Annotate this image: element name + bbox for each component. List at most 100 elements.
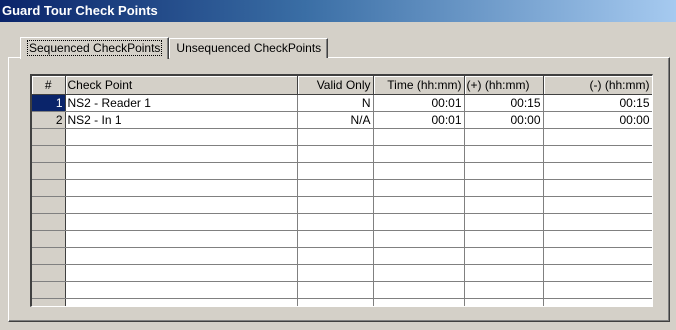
grid-cell [373, 298, 465, 306]
grid-cell [65, 128, 298, 146]
row-number-cell [32, 298, 66, 306]
grid-cell [297, 128, 374, 146]
empty-row [32, 145, 652, 163]
grid-cell [543, 213, 652, 231]
grid-cell [464, 298, 544, 306]
grid-cell [464, 264, 544, 282]
grid-cell [543, 230, 652, 248]
column-header-plus[interactable]: (+) (hh:mm) [464, 76, 544, 95]
grid-cell [373, 213, 465, 231]
column-header-time[interactable]: Time (hh:mm) [373, 76, 465, 95]
grid-cell [543, 264, 652, 282]
grid-cell [297, 298, 374, 306]
grid-header-row: # Check Point Valid Only Time (hh:mm) (+… [32, 76, 652, 95]
empty-row [32, 264, 652, 282]
row-number-cell [32, 145, 66, 163]
grid-cell [464, 281, 544, 299]
column-header-minus[interactable]: (-) (hh:mm) [543, 76, 652, 95]
tab-sequenced-checkpoints[interactable]: Sequenced CheckPoints [20, 37, 170, 59]
window-title: Guard Tour Check Points [0, 0, 676, 22]
row-number-cell[interactable]: 2 [32, 111, 66, 129]
grid-cell [297, 162, 374, 180]
grid-cell [464, 179, 544, 197]
minus-time-cell[interactable]: 00:15 [543, 94, 652, 112]
grid-cell [373, 264, 465, 282]
grid-cell [65, 145, 298, 163]
check-point-cell[interactable]: NS2 - In 1 [65, 111, 298, 129]
grid-cell [543, 281, 652, 299]
grid-cell [373, 281, 465, 299]
grid-cell [543, 162, 652, 180]
grid-cell [543, 145, 652, 163]
grid-cell [65, 281, 298, 299]
plus-time-cell[interactable]: 00:15 [464, 94, 544, 112]
grid-cell [464, 230, 544, 248]
column-header-check-point[interactable]: Check Point [65, 76, 298, 95]
grid-cell [543, 196, 652, 214]
valid-only-cell[interactable]: N [297, 94, 374, 112]
empty-row [32, 162, 652, 180]
column-header-number[interactable]: # [32, 76, 66, 95]
row-number-cell [32, 264, 66, 282]
grid-cell [464, 196, 544, 214]
grid-cell [373, 162, 465, 180]
empty-row [32, 213, 652, 231]
empty-row [32, 247, 652, 265]
checkpoints-grid[interactable]: # Check Point Valid Only Time (hh:mm) (+… [30, 74, 653, 307]
grid-cell [464, 247, 544, 265]
table-row[interactable]: 2 NS2 - In 1 N/A 00:01 00:00 00:00 [32, 111, 652, 129]
grid-cell [65, 196, 298, 214]
grid-cell [297, 230, 374, 248]
row-number-cell [32, 281, 66, 299]
tab-label: Unsequenced CheckPoints [176, 41, 322, 55]
empty-row [32, 298, 652, 306]
grid-cell [373, 179, 465, 197]
grid-cell [297, 196, 374, 214]
table-row[interactable]: 1 NS2 - Reader 1 N 00:01 00:15 00:15 [32, 94, 652, 112]
column-header-valid-only[interactable]: Valid Only [297, 76, 374, 95]
empty-row [32, 196, 652, 214]
row-number-cell [32, 230, 66, 248]
empty-row [32, 179, 652, 197]
valid-only-cell[interactable]: N/A [297, 111, 374, 129]
check-point-cell[interactable]: NS2 - Reader 1 [65, 94, 298, 112]
row-number-cell [32, 179, 66, 197]
row-number-cell [32, 247, 66, 265]
plus-time-cell[interactable]: 00:00 [464, 111, 544, 129]
minus-time-cell[interactable]: 00:00 [543, 111, 652, 129]
grid-cell [464, 145, 544, 163]
time-cell[interactable]: 00:01 [373, 94, 465, 112]
time-cell[interactable]: 00:01 [373, 111, 465, 129]
grid-cell [65, 213, 298, 231]
tab-unsequenced-checkpoints[interactable]: Unsequenced CheckPoints [169, 38, 329, 58]
grid-cell [65, 264, 298, 282]
row-number-cell [32, 162, 66, 180]
grid-cell [543, 179, 652, 197]
grid-cell [373, 145, 465, 163]
row-number-cell [32, 128, 66, 146]
grid-cell [464, 162, 544, 180]
grid-cell [543, 247, 652, 265]
grid-cell [297, 179, 374, 197]
grid-cell [464, 213, 544, 231]
grid-cell [373, 196, 465, 214]
grid-cell [464, 128, 544, 146]
grid-cell [373, 230, 465, 248]
grid-cell [65, 298, 298, 306]
empty-row [32, 128, 652, 146]
grid-cell [297, 264, 374, 282]
row-number-cell [32, 196, 66, 214]
empty-row [32, 281, 652, 299]
empty-row [32, 230, 652, 248]
grid-cell [65, 162, 298, 180]
grid-cell [297, 213, 374, 231]
row-number-cell[interactable]: 1 [32, 94, 66, 112]
grid-cell [297, 281, 374, 299]
grid-cell [65, 179, 298, 197]
row-number-cell [32, 213, 66, 231]
grid-cell [297, 247, 374, 265]
grid-cell [543, 298, 652, 306]
grid-cell [297, 145, 374, 163]
grid-cell [373, 247, 465, 265]
grid-cell [65, 247, 298, 265]
